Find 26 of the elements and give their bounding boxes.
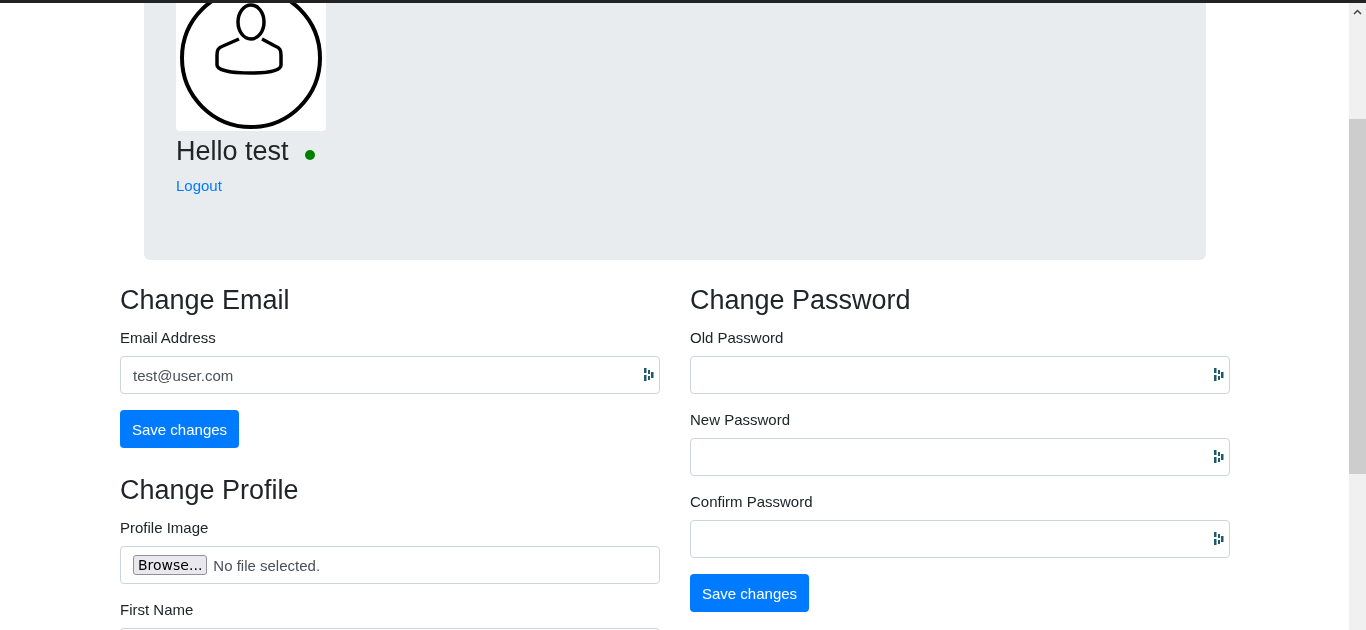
- input-field[interactable]: test@user.com: [120, 356, 660, 394]
- scrollbar-thumb[interactable]: [1349, 119, 1366, 474]
- section-heading: Change Email: [120, 284, 291, 316]
- field-label: New Password: [690, 410, 791, 430]
- field-label: Confirm Password: [690, 492, 813, 512]
- save-button[interactable]: Save changes: [690, 574, 810, 612]
- file-status: No file selected.: [213, 556, 321, 574]
- field-label: Profile Image: [120, 518, 209, 538]
- password-manager-icon[interactable]: [644, 367, 654, 383]
- section-heading: Change Password: [690, 284, 912, 316]
- file-input[interactable]: Browse... No file selected.: [120, 546, 660, 584]
- section-heading: Change Profile: [120, 474, 300, 506]
- field-label: First Name: [120, 600, 194, 620]
- input-field[interactable]: [690, 520, 1230, 558]
- password-manager-icon[interactable]: [1214, 449, 1224, 465]
- input-field[interactable]: [690, 438, 1230, 476]
- scroll-up-icon[interactable]: [1353, 9, 1362, 15]
- field-label: Old Password: [690, 328, 784, 348]
- save-button[interactable]: Save changes: [120, 410, 240, 448]
- input-field[interactable]: [690, 356, 1230, 394]
- greeting: Hello test: [176, 135, 289, 168]
- field-label: Email Address: [120, 328, 216, 348]
- password-manager-icon[interactable]: [1214, 367, 1224, 383]
- avatar-icon: [176, 3, 326, 131]
- password-manager-icon[interactable]: [1214, 531, 1224, 547]
- browse-button[interactable]: Browse...: [133, 555, 208, 575]
